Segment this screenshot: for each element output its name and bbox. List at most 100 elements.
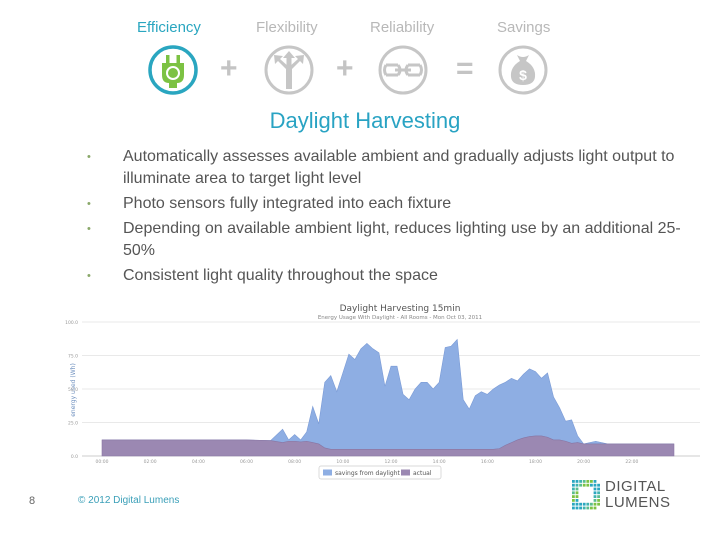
logo-dot [590, 483, 593, 487]
logo-line-1: DIGITAL [605, 478, 666, 495]
logo-dot [575, 502, 579, 506]
logo-dot [593, 495, 597, 498]
logo-dot [579, 483, 582, 487]
chart-subtitle: Energy Usage With Daylight - All Rooms -… [318, 315, 482, 321]
branching-arrows-icon [264, 45, 314, 95]
logo-dot [575, 506, 579, 510]
logo-dot [597, 499, 600, 502]
legend-label-actual: actual [413, 470, 432, 477]
plug-icon [148, 45, 198, 95]
logo-dot [593, 499, 597, 502]
logo-dot [572, 506, 575, 510]
legend-label-savings: savings from daylight [335, 470, 401, 477]
logo-dot [593, 483, 597, 487]
logo-dot [572, 499, 575, 502]
x-tick-label: 18:00 [529, 459, 542, 465]
x-tick-label: 20:00 [577, 459, 590, 465]
logo-dot [597, 483, 600, 487]
logo-dot [597, 487, 600, 491]
logo-dot [572, 480, 575, 483]
logo-dot [575, 487, 579, 491]
x-tick-label: 06:00 [240, 459, 253, 465]
logo-dot [572, 502, 575, 506]
y-tick-label: 100.0 [65, 320, 78, 326]
logo-dot [590, 506, 593, 510]
bullet-text: Automatically assesses available ambient… [123, 148, 675, 187]
logo-dot [582, 506, 586, 510]
bullet-item: • Photo sensors fully integrated into eac… [87, 193, 687, 215]
logo-mark-icon [572, 480, 600, 510]
bullet-text: Photo sensors fully integrated into each… [123, 195, 452, 212]
logo-dot [579, 480, 582, 483]
digital-lumens-logo: DIGITAL LUMENS [571, 479, 681, 513]
logo-dot [593, 506, 597, 510]
series-area-savings [102, 338, 674, 450]
x-tick-label: 12:00 [385, 459, 398, 465]
bullet-item: • Automatically assesses available ambien… [87, 146, 687, 190]
x-tick-label: 14:00 [433, 459, 446, 465]
logo-dot [593, 487, 597, 491]
x-tick-label: 00:00 [96, 459, 109, 465]
logo-dot [572, 483, 575, 487]
logo-dot [597, 502, 600, 506]
logo-dot [593, 491, 597, 495]
legend-swatch-actual [401, 469, 410, 476]
x-tick-label: 22:00 [625, 459, 638, 465]
bullet-dot: • [87, 223, 91, 235]
bullet-text: Depending on available ambient light, re… [123, 220, 681, 259]
y-tick-label: 25.0 [68, 421, 78, 427]
y-tick-label: 0.0 [71, 454, 78, 460]
pillar-label-efficiency: Efficiency [137, 19, 201, 36]
copyright: © 2012 Digital Lumens [78, 495, 180, 506]
pillar-label-flexibility: Flexibility [256, 19, 318, 36]
pillar-label-savings: Savings [497, 19, 551, 36]
y-tick-label: 50.0 [68, 387, 78, 393]
equals-operator: = [456, 52, 474, 85]
x-tick-label: 08:00 [288, 459, 301, 465]
logo-dot [586, 480, 590, 483]
bullet-dot: • [87, 270, 91, 282]
logo-dot [582, 483, 586, 487]
chart-title: Daylight Harvesting 15min [340, 304, 461, 314]
legend-swatch-savings [323, 469, 332, 476]
logo-dot [597, 495, 600, 498]
chain-link-icon [378, 45, 428, 95]
x-tick-label: 16:00 [481, 459, 494, 465]
bullet-dot: • [87, 151, 91, 163]
logo-dot [572, 491, 575, 495]
plus-operator-1: + [220, 52, 238, 85]
logo-dot [582, 502, 586, 506]
logo-dot [575, 495, 579, 498]
logo-dot [582, 480, 586, 483]
logo-dot [572, 487, 575, 491]
bullet-item: • Consistent light quality throughout the… [87, 265, 687, 287]
logo-dot [590, 480, 593, 483]
x-tick-label: 04:00 [192, 459, 205, 465]
logo-dot [579, 506, 582, 510]
logo-dot [579, 502, 582, 506]
bullet-list: • Automatically assesses available ambien… [87, 146, 687, 290]
slide-title: Daylight Harvesting [269, 108, 461, 133]
bullet-dot: • [87, 198, 91, 210]
logo-dot [575, 491, 579, 495]
logo-dot [586, 502, 590, 506]
plus-operator-2: + [336, 52, 354, 85]
bullet-item: • Depending on available ambient light, r… [87, 218, 687, 262]
logo-dot [575, 480, 579, 483]
y-tick-label: 75.0 [68, 354, 78, 360]
logo-dot [575, 483, 579, 487]
bullet-text: Consistent light quality throughout the … [123, 267, 438, 284]
logo-dot [590, 502, 593, 506]
page-number: 8 [29, 495, 36, 507]
logo-dot [597, 491, 600, 495]
pillar-label-reliability: Reliability [370, 19, 435, 36]
x-tick-label: 02:00 [144, 459, 157, 465]
svg-text:$: $ [519, 67, 527, 83]
logo-line-2: LUMENS [605, 494, 671, 511]
logo-text: DIGITAL LUMENS [605, 479, 671, 511]
logo-dot [586, 483, 590, 487]
logo-dot [593, 480, 597, 483]
daylight-harvesting-chart: Daylight Harvesting 15min Energy Usage W… [65, 304, 700, 480]
logo-dot [572, 495, 575, 498]
logo-dot [586, 506, 590, 510]
